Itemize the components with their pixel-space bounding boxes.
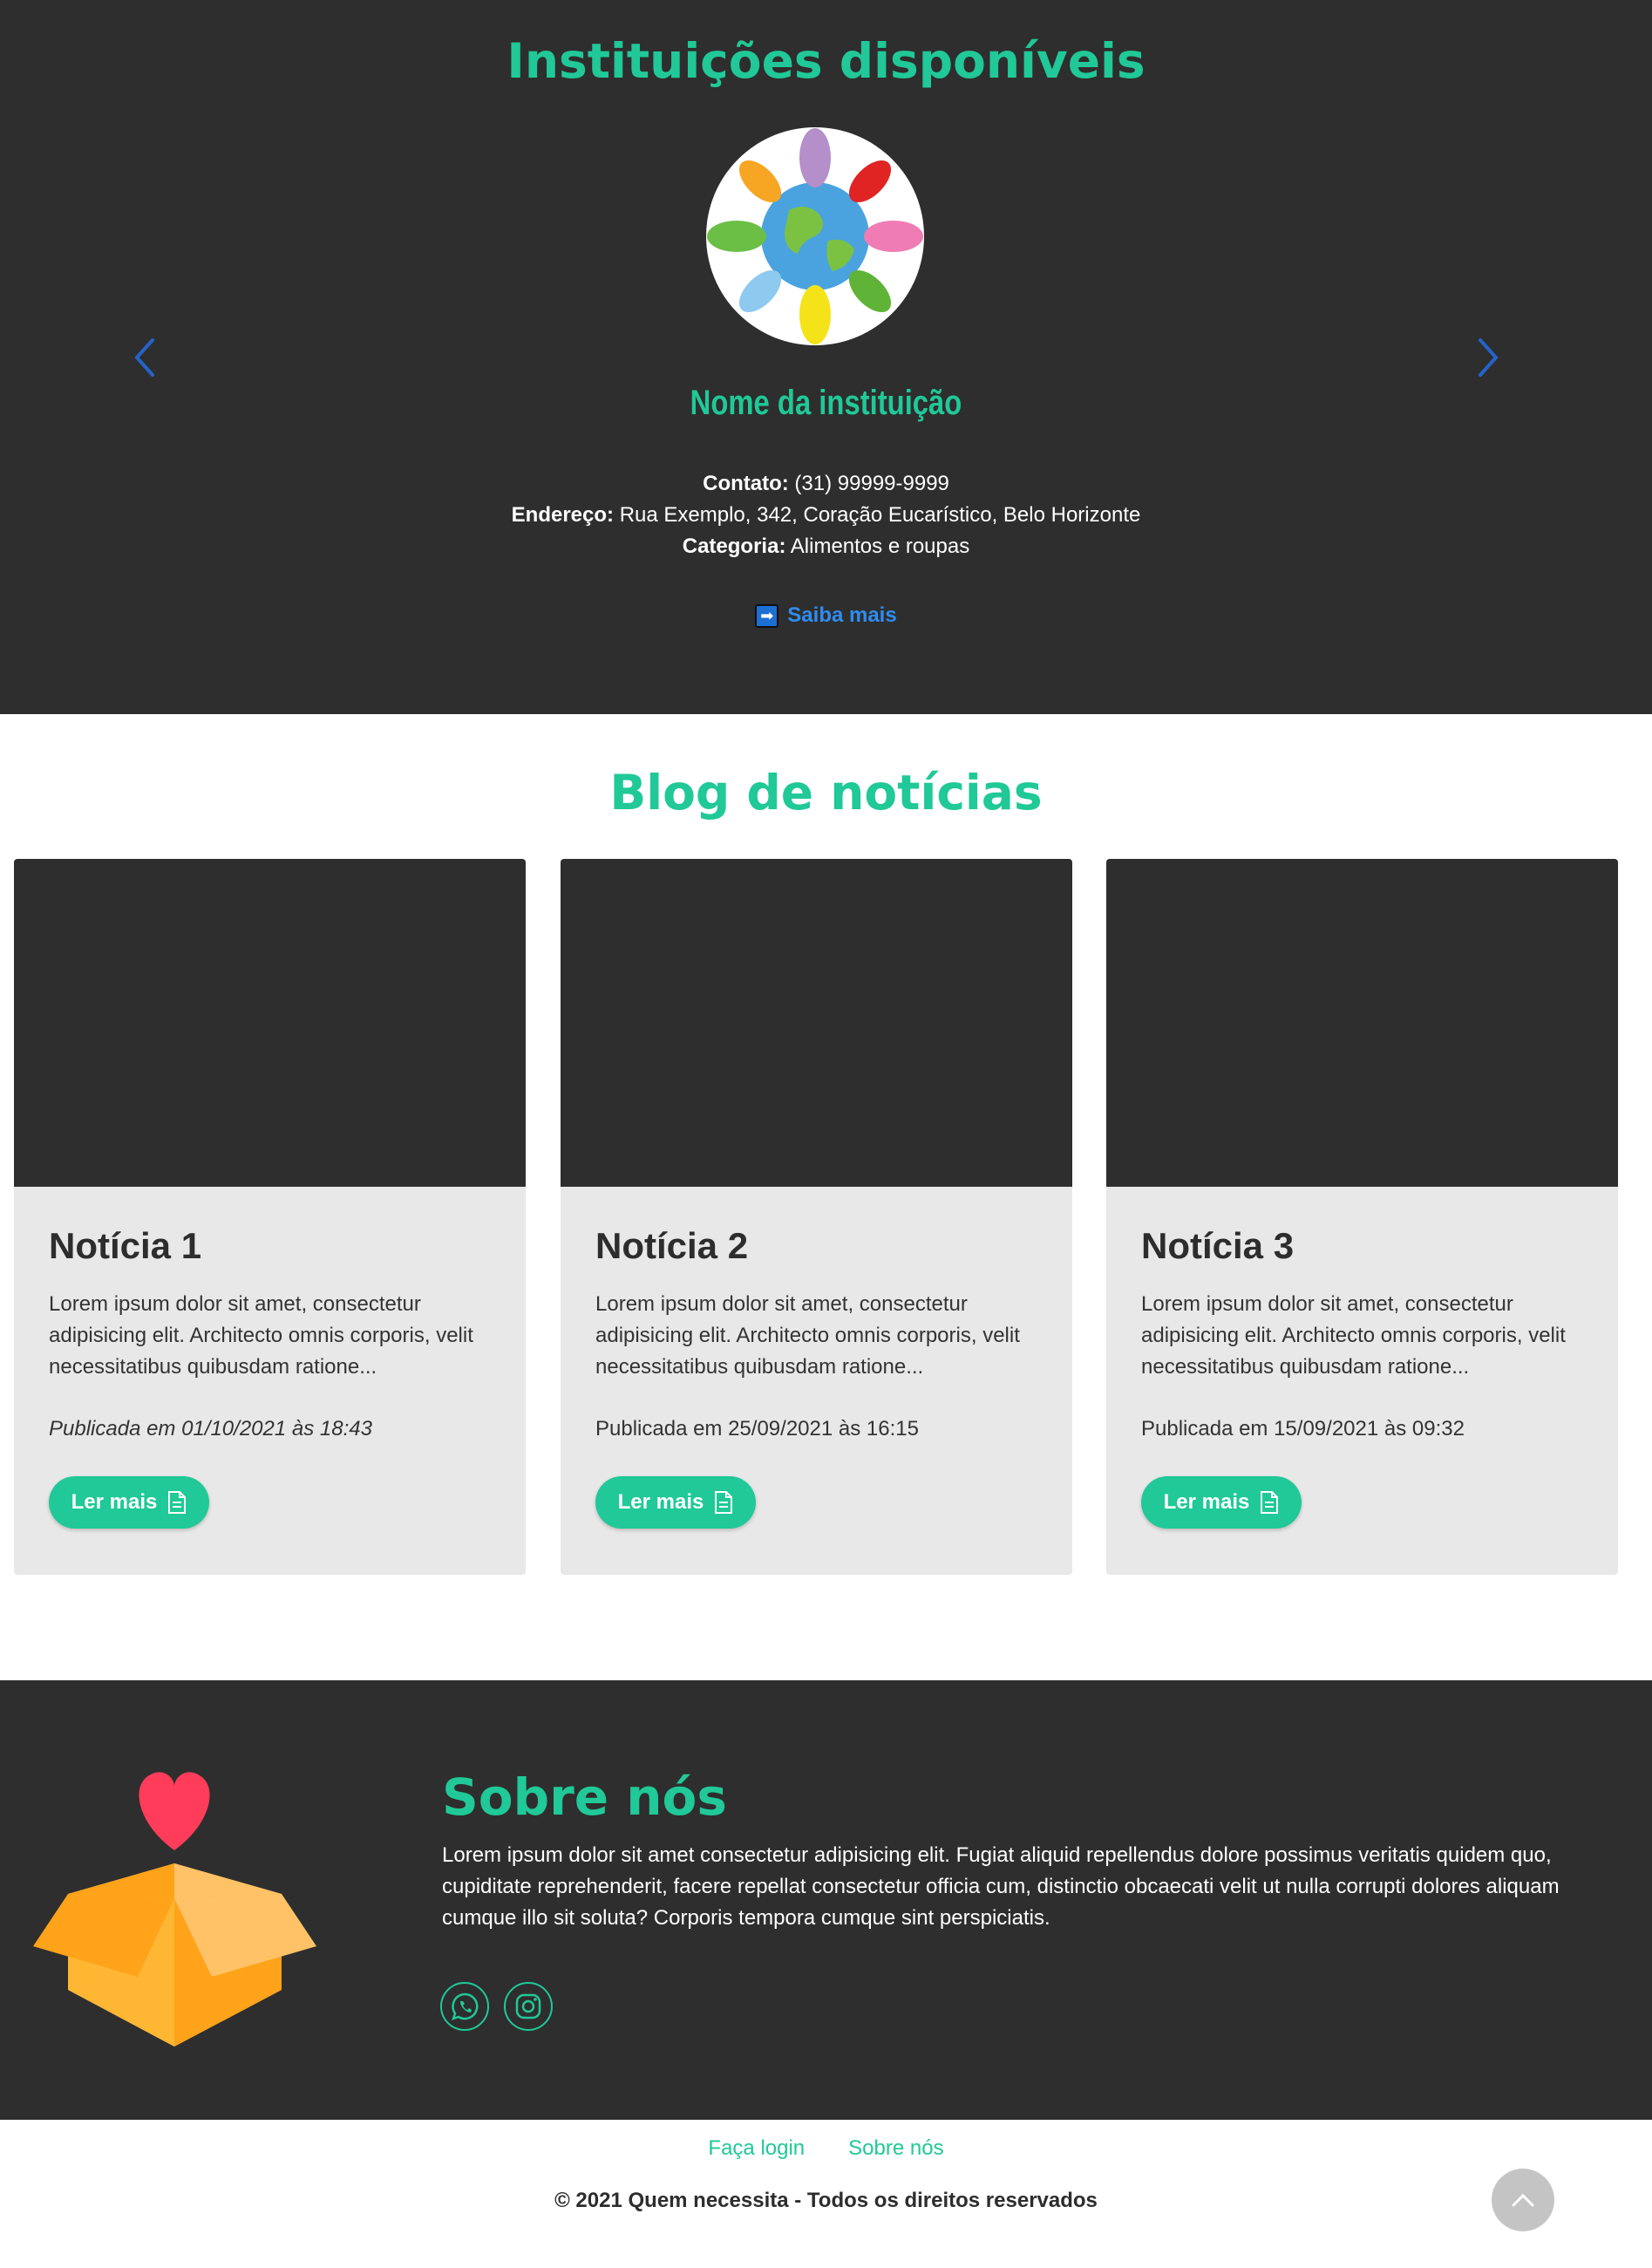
- saiba-mais-label: Saiba mais: [787, 603, 897, 627]
- back-to-top-button[interactable]: [1492, 2169, 1554, 2231]
- about-text: Lorem ipsum dolor sit amet consectetur a…: [442, 1843, 1560, 1930]
- chevron-left-icon: [134, 338, 154, 377]
- news-image: [1106, 859, 1618, 1187]
- gift-box-illustration: [33, 1767, 316, 2047]
- news-card: Notícia 2 Lorem ipsum dolor sit amet, co…: [561, 859, 1072, 1575]
- read-more-button[interactable]: Ler mais: [595, 1476, 756, 1529]
- news-card: Notícia 1 Lorem ipsum dolor sit amet, co…: [14, 859, 526, 1575]
- carousel-prev-button[interactable]: [125, 333, 168, 385]
- about-link[interactable]: Sobre nós: [848, 2136, 943, 2161]
- news-date: Publicada em 01/10/2021 às 18:43: [49, 1417, 372, 1440]
- read-more-label: Ler mais: [71, 1490, 158, 1514]
- contact-value: (31) 99999-9999: [794, 472, 949, 495]
- news-card: Notícia 3 Lorem ipsum dolor sit amet, co…: [1106, 859, 1618, 1575]
- blog-title: Blog de notícias: [609, 765, 1043, 821]
- news-date: Publicada em 25/09/2021 às 16:15: [595, 1417, 919, 1440]
- news-date: Publicada em 15/09/2021 às 09:32: [1141, 1417, 1465, 1440]
- carousel-next-button[interactable]: [1465, 333, 1508, 385]
- news-excerpt: Lorem ipsum dolor sit amet, consectetur …: [595, 1292, 1020, 1379]
- about-section: Sobre nós Lorem ipsum dolor sit amet con…: [0, 1680, 1652, 2120]
- instagram-icon: [515, 1993, 541, 2019]
- category-value: Alimentos e roupas: [790, 535, 970, 558]
- news-excerpt: Lorem ipsum dolor sit amet, consectetur …: [49, 1292, 473, 1379]
- whatsapp-link[interactable]: [440, 1982, 489, 2031]
- document-icon: [715, 1491, 733, 1514]
- read-more-button[interactable]: Ler mais: [49, 1476, 209, 1529]
- chevron-right-icon: [1479, 338, 1499, 377]
- login-link[interactable]: Faça login: [708, 2136, 805, 2161]
- address-row: Endereço: Rua Exemplo, 342, Coração Euca…: [0, 500, 1652, 531]
- copyright: © 2021 Quem necessita - Todos os direito…: [554, 2189, 1098, 2212]
- read-more-button[interactable]: Ler mais: [1141, 1476, 1302, 1529]
- address-value: Rua Exemplo, 342, Coração Eucarístico, B…: [619, 503, 1141, 527]
- news-title: Notícia 2: [595, 1225, 749, 1266]
- news-image: [14, 859, 526, 1187]
- category-label: Categoria:: [682, 535, 786, 558]
- document-icon: [168, 1491, 187, 1514]
- whatsapp-icon: [452, 1992, 479, 2020]
- contact-row: Contato: (31) 99999-9999: [0, 468, 1652, 500]
- institution-name: Nome da instituição: [690, 384, 962, 422]
- institutions-title: Instituições disponíveis: [506, 33, 1146, 89]
- chevron-up-icon: [1512, 2193, 1534, 2207]
- read-more-label: Ler mais: [1163, 1490, 1250, 1514]
- saiba-mais-link[interactable]: ➡ Saiba mais: [0, 603, 1652, 628]
- news-title: Notícia 3: [1141, 1225, 1295, 1266]
- news-image: [561, 859, 1072, 1187]
- footer-nav: Faça login Sobre nós: [0, 2136, 1652, 2161]
- institutions-section: Instituições disponíveis Nome da institu…: [0, 0, 1652, 714]
- read-more-label: Ler mais: [617, 1490, 704, 1514]
- news-title: Notícia 1: [49, 1225, 202, 1266]
- address-label: Endereço:: [511, 503, 615, 527]
- news-excerpt: Lorem ipsum dolor sit amet, consectetur …: [1141, 1292, 1566, 1379]
- about-title: Sobre nós: [442, 1767, 727, 1827]
- institution-info: Contato: (31) 99999-9999 Endereço: Rua E…: [0, 468, 1652, 562]
- category-row: Categoria: Alimentos e roupas: [0, 531, 1652, 562]
- instagram-link[interactable]: [504, 1982, 553, 2031]
- arrow-right-icon: ➡: [755, 603, 779, 628]
- document-icon: [1261, 1491, 1279, 1514]
- contact-label: Contato:: [703, 472, 789, 495]
- institution-logo: [706, 127, 924, 345]
